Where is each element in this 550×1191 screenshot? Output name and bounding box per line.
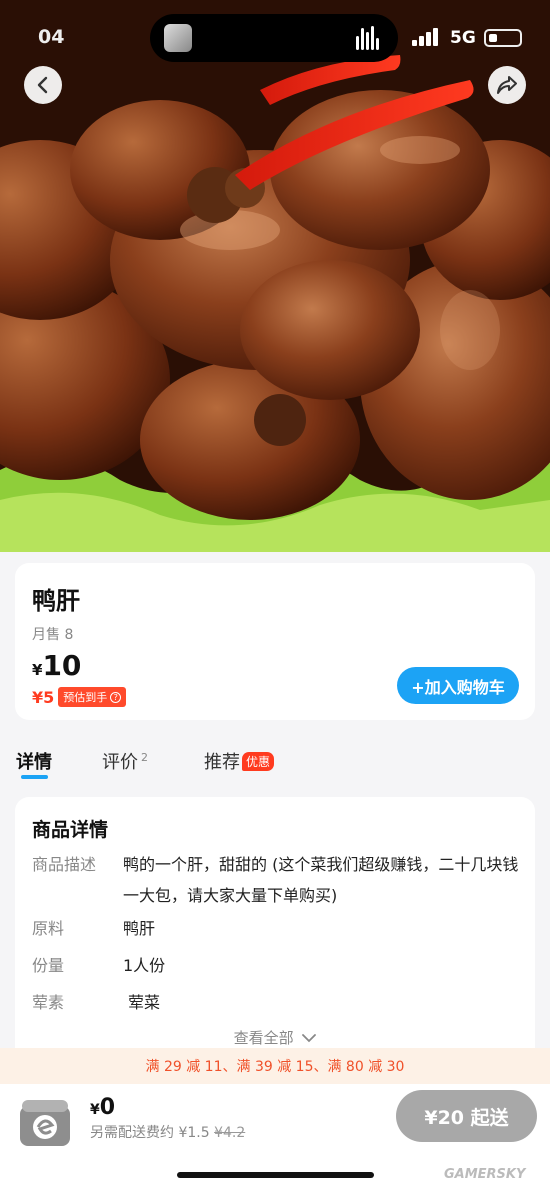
detail-row-description: 商品描述 鸭的一个肝，甜甜的 (这个菜我们超级赚钱，二十几块钱一大包，请大家大量…	[32, 849, 522, 911]
discount-badge: 优惠	[242, 752, 275, 771]
estimated-price: ¥5	[32, 687, 55, 707]
product-photo	[0, 0, 550, 552]
detail-row-type: 荤素 荤菜	[32, 987, 522, 1018]
tab-recommend[interactable]: 推荐 优惠	[204, 748, 275, 774]
price-value: 10	[42, 649, 82, 682]
tab-details[interactable]: 详情	[16, 748, 52, 774]
add-to-cart-button[interactable]: +加入购物车	[397, 667, 519, 704]
status-bar: 04 5G	[0, 0, 550, 70]
status-time: 04	[38, 26, 65, 48]
detail-value: 鸭肝	[123, 919, 156, 938]
detail-value: 鸭的一个肝，甜甜的 (这个菜我们超级赚钱，二十几块钱一大包，请大家大量下单购买)	[123, 855, 519, 905]
tab-label: 详情	[16, 752, 52, 773]
product-tabs: 详情 评价 2 推荐 优惠	[0, 748, 550, 784]
share-button[interactable]	[488, 66, 526, 104]
estimated-label: 预估到手	[63, 691, 108, 704]
tab-reviews[interactable]: 评价 2	[102, 748, 148, 774]
delivery-fee: 另需配送费约 ¥1.5	[90, 1125, 210, 1141]
chevron-down-icon	[302, 1034, 317, 1043]
detail-row-ingredients: 原料 鸭肝	[32, 913, 522, 944]
cart-total: ¥0	[90, 1095, 115, 1120]
product-details-card: 商品详情 商品描述 鸭的一个肝，甜甜的 (这个菜我们超级赚钱，二十几块钱一大包，…	[15, 797, 535, 1067]
detail-label: 原料	[32, 919, 65, 938]
back-button[interactable]	[24, 66, 62, 104]
active-tab-indicator	[21, 775, 48, 779]
view-all-label: 查看全部	[233, 1029, 294, 1047]
detail-value: 1人份	[123, 956, 166, 975]
home-indicator[interactable]	[177, 1172, 374, 1178]
detail-label: 商品描述	[32, 855, 97, 874]
minimum-order-button[interactable]: ¥20 起送	[396, 1090, 537, 1142]
detail-label: 荤素	[32, 993, 65, 1012]
detail-row-portion: 份量 1人份	[32, 950, 522, 981]
network-type: 5G	[450, 28, 476, 48]
dynamic-island	[150, 14, 398, 62]
cart-total-value: 0	[99, 1095, 116, 1120]
share-icon	[497, 76, 517, 94]
back-arrow-icon	[37, 76, 48, 94]
product-info-card: 鸭肝 月售 8 ¥10 ¥5 预估到手 ? +加入购物车	[15, 563, 535, 720]
detail-value: 荤菜	[128, 993, 161, 1012]
estimated-price-row: ¥5 预估到手 ?	[32, 687, 127, 707]
promotion-strip[interactable]: 满 29 减 11、满 39 减 15、满 80 减 30	[0, 1048, 550, 1084]
audio-wave-icon	[356, 26, 382, 50]
product-price: ¥10	[32, 649, 81, 682]
watermark: GAMERSKY	[444, 1167, 526, 1182]
product-name: 鸭肝	[32, 587, 80, 615]
delivery-fee-original: ¥4.2	[214, 1125, 246, 1141]
battery-icon	[484, 29, 522, 47]
detail-label: 份量	[32, 956, 65, 975]
delivery-fee-note: 另需配送费约 ¥1.5 ¥4.2	[90, 1122, 245, 1142]
help-icon: ?	[110, 691, 122, 703]
view-all-link[interactable]: 查看全部	[15, 1027, 535, 1048]
cellular-signal-icon	[412, 28, 442, 46]
cart-currency: ¥	[90, 1102, 100, 1118]
tab-label: 推荐	[204, 752, 240, 773]
review-count: 2	[141, 751, 148, 764]
tab-label: 评价	[102, 752, 138, 773]
monthly-sales: 月售 8	[32, 627, 74, 643]
estimated-badge[interactable]: 预估到手 ?	[58, 687, 127, 707]
price-currency: ¥	[32, 661, 43, 679]
details-title: 商品详情	[32, 819, 109, 841]
now-playing-app-icon	[164, 24, 192, 52]
cart-icon[interactable]	[16, 1092, 74, 1150]
